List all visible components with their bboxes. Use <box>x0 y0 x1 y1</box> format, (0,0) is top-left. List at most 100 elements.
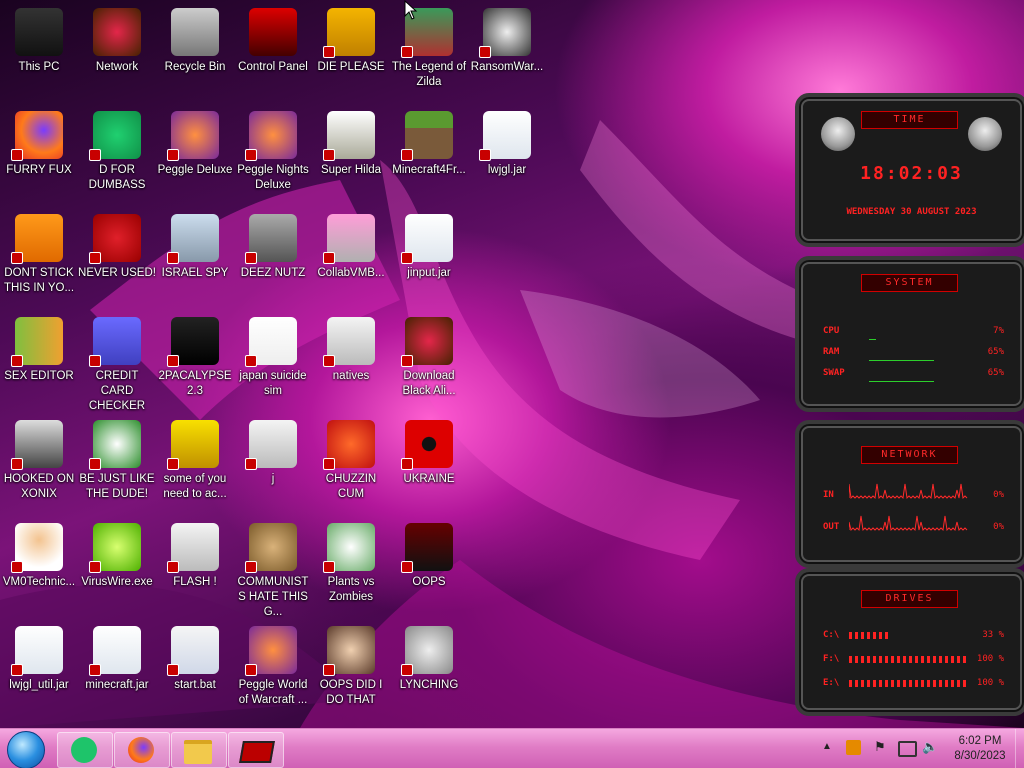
desktop-icon-label: LYNCHING <box>399 679 459 691</box>
desktop-icon[interactable]: CollabVMB... <box>312 210 390 310</box>
desktop-icon[interactable]: UKRAINE <box>390 416 468 516</box>
vlc-icon <box>11 214 63 264</box>
desktop-icon[interactable]: natives <box>312 313 390 413</box>
desktop-icon[interactable]: lwjgl.jar <box>468 107 546 207</box>
network-row-value: 0% <box>993 522 1004 532</box>
desktop-icon[interactable]: This PC <box>0 4 78 104</box>
desktop-icon[interactable]: DIE PLEASE <box>312 4 390 104</box>
desktop-icon-label: OOPS DID I DO THAT <box>319 679 383 706</box>
volume-icon[interactable]: 🔈 <box>922 739 938 755</box>
desktop-icon[interactable]: Network <box>78 4 156 104</box>
shortcut-badge-icon <box>323 149 335 161</box>
shortcut-badge-icon <box>167 355 179 367</box>
devcpp-icon <box>89 214 141 264</box>
taskbar-pinned-control-panel[interactable] <box>228 732 284 768</box>
skull-icon <box>479 8 531 58</box>
document-icon <box>323 317 375 367</box>
desktop-icon-label: CREDIT CARD CHECKER <box>88 370 146 412</box>
desktop-icon[interactable]: ISRAEL SPY <box>156 210 234 310</box>
network-row-value: 0% <box>993 490 1004 500</box>
desktop-icon[interactable]: FLASH ! <box>156 519 234 619</box>
desktop-icon[interactable]: D FOR DUMBASS <box>78 107 156 207</box>
shortcut-badge-icon <box>167 252 179 264</box>
shortcut-badge-icon <box>479 46 491 58</box>
desktop-icon-label: The Legend of Zilda <box>391 61 467 88</box>
taskbar-pinned-file-explorer[interactable] <box>171 732 227 768</box>
desktop-icon[interactable]: FURRY FUX <box>0 107 78 207</box>
start-button[interactable] <box>7 731 45 768</box>
drives-usage-bar <box>849 656 967 663</box>
widget-title: DRIVES <box>861 590 958 608</box>
shortcut-badge-icon <box>167 561 179 573</box>
beaver-icon <box>167 420 219 470</box>
desktop-icon-label: lwjgl_util.jar <box>9 679 69 691</box>
java-icon <box>401 214 453 264</box>
desktop-icon[interactable]: Peggle Deluxe <box>156 107 234 207</box>
taskbar-clock[interactable]: 6:02 PM 8/30/2023 <box>948 734 1012 764</box>
taskbar-pinned-firefox[interactable] <box>114 732 170 768</box>
date-readout: WEDNESDAY 30 AUGUST 2023 <box>846 207 977 217</box>
desktop-icon[interactable]: jinput.jar <box>390 210 468 310</box>
show-desktop-button[interactable] <box>1015 729 1024 768</box>
desktop-icon[interactable]: Plants vs Zombies <box>312 519 390 619</box>
taskbar-pinned-green-app[interactable] <box>57 732 113 768</box>
show-hidden-icons-button[interactable]: ▲ <box>822 741 832 752</box>
desktop-icon[interactable]: minecraft.jar <box>78 622 156 722</box>
shortcut-badge-icon <box>245 561 257 573</box>
desktop-icon[interactable]: VirusWire.exe <box>78 519 156 619</box>
desktop-icon-label: OOPS <box>412 576 446 588</box>
action-center-flag-icon[interactable]: ⚑ <box>874 739 886 755</box>
desktop-icon[interactable]: OOPS <box>390 519 468 619</box>
desktop-icon[interactable]: Minecraft4Fr... <box>390 107 468 207</box>
desktop-icon-label: Peggle World of Warcraft ... <box>238 679 308 706</box>
drives-row-label: E:\ <box>823 678 840 688</box>
desktop-icon-label: DONT STICK THIS IN YO... <box>3 267 75 294</box>
system-row-value: 65% <box>987 347 1004 357</box>
desktop-icon[interactable]: Peggle World of Warcraft ... <box>234 622 312 722</box>
desktop-icon[interactable]: SEX EDITOR <box>0 313 78 413</box>
shortcut-badge-icon <box>167 149 179 161</box>
desktop-icon[interactable]: Peggle Nights Deluxe <box>234 107 312 207</box>
network-tray-icon[interactable] <box>898 741 917 757</box>
desktop-icon[interactable]: OOPS DID I DO THAT <box>312 622 390 722</box>
desktop-icon[interactable]: VM0Technic... <box>0 519 78 619</box>
desktop-icon[interactable]: DONT STICK THIS IN YO... <box>0 210 78 310</box>
desktop-icon[interactable]: The Legend of Zilda <box>390 4 468 104</box>
desktop-icon[interactable]: RansomWar... <box>468 4 546 104</box>
alien-icon <box>401 317 453 367</box>
desktop-icon[interactable]: Download Black Ali... <box>390 313 468 413</box>
desktop-icon-label: j <box>271 473 275 485</box>
desktop-icon[interactable]: CREDIT CARD CHECKER <box>78 313 156 413</box>
desktop-icon[interactable]: BE JUST LIKE THE DUDE! <box>78 416 156 516</box>
desktop-icon[interactable]: COMMUNISTS HATE THIS G... <box>234 519 312 619</box>
desktop-icon-label: japan suicide sim <box>239 370 307 397</box>
desktop-icon[interactable]: DEEZ NUTZ <box>234 210 312 310</box>
desktop-icon-label: Recycle Bin <box>164 61 226 73</box>
desktop-icon[interactable]: start.bat <box>156 622 234 722</box>
desktop-icon[interactable]: HOOKED ON XONIX <box>0 416 78 516</box>
shortcut-badge-icon <box>245 149 257 161</box>
desktop-icon[interactable]: japan suicide sim <box>234 313 312 413</box>
shortcut-badge-icon <box>167 458 179 470</box>
desktop-icon-label: Download Black Ali... <box>402 370 456 397</box>
document-icon <box>167 523 219 573</box>
desktop-icon[interactable]: LYNCHING <box>390 622 468 722</box>
desktop-icon[interactable]: Recycle Bin <box>156 4 234 104</box>
shortcut-badge-icon <box>401 46 413 58</box>
desktop-icon[interactable]: CHUZZIN CUM <box>312 416 390 516</box>
system-widget: SYSTEM CPU 7% RAM 65% SWAP 65% <box>795 256 1024 412</box>
windows-stack-icon <box>245 214 297 264</box>
desktop-icon[interactable]: some of you need to ac... <box>156 416 234 516</box>
shortcut-badge-icon <box>89 664 101 676</box>
desktop-icon[interactable]: Super Hilda <box>312 107 390 207</box>
tray-app-icon[interactable] <box>846 740 861 755</box>
desktop-icon[interactable]: NEVER USED! <box>78 210 156 310</box>
shortcut-badge-icon <box>401 561 413 573</box>
document-icon <box>245 420 297 470</box>
radiation-icon <box>401 420 453 470</box>
desktop-icon[interactable]: 2PACALYPSE 2.3 <box>156 313 234 413</box>
desktop-icon[interactable]: j <box>234 416 312 516</box>
desktop-icon[interactable]: lwjgl_util.jar <box>0 622 78 722</box>
drives-usage-bar <box>849 632 888 639</box>
desktop-icon[interactable]: Control Panel <box>234 4 312 104</box>
